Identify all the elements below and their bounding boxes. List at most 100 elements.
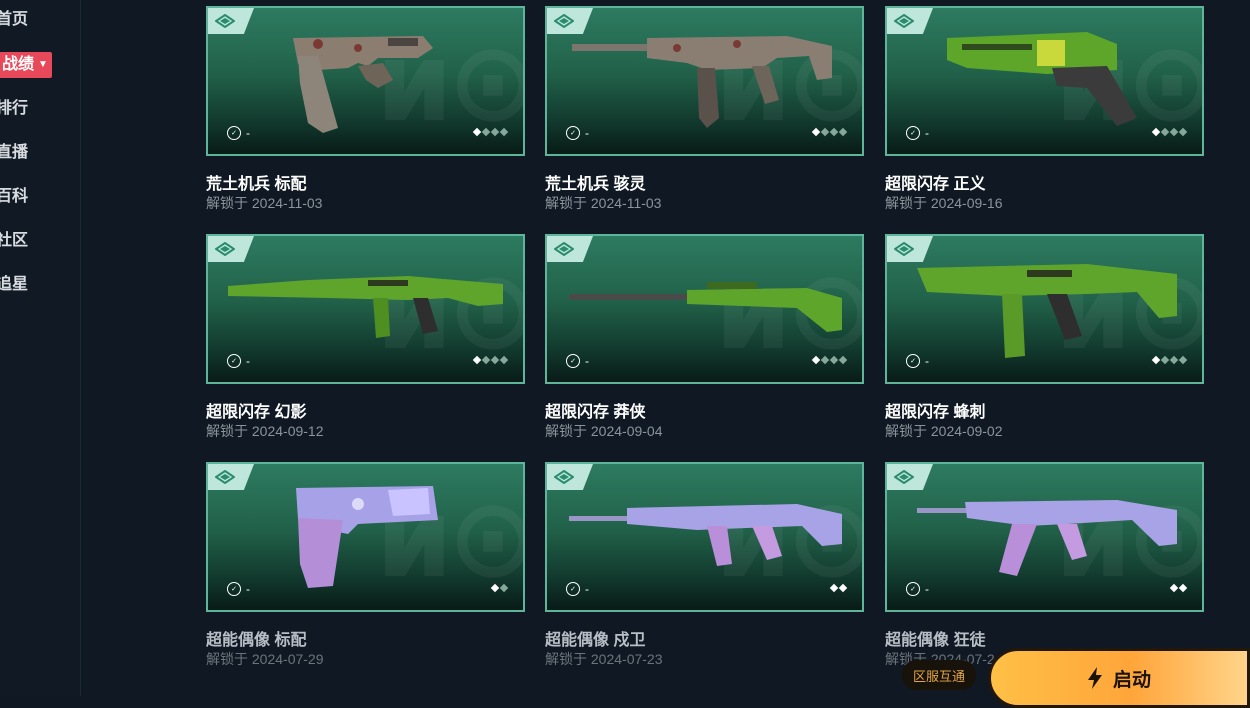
skin-card[interactable]: ᴎ⊙ ✓ - 荒土机兵 骇灵 解锁于 2024-11-03 [545, 6, 864, 211]
level-dot [490, 583, 500, 593]
unlock-date: 解锁于 2024-09-02 [885, 423, 1003, 439]
skin-tile[interactable]: ᴎ⊙ ✓ - [545, 234, 864, 384]
level-dots [472, 355, 509, 365]
tier-icon: ✓ [906, 126, 920, 140]
level-dot [838, 355, 848, 365]
skin-tile[interactable]: ᴎ⊙ ✓ - [545, 462, 864, 612]
level-dot [1169, 583, 1179, 593]
tier-indicator: ✓ - [566, 582, 589, 596]
tier-indicator: ✓ - [227, 582, 250, 596]
level-dot [481, 355, 491, 365]
tier-indicator: ✓ - [566, 354, 589, 368]
sidebar-item-follow[interactable]: 追星 [0, 272, 28, 298]
sidebar-item-record[interactable]: 战绩 ▼ [0, 52, 52, 78]
tier-icon: ✓ [227, 354, 241, 368]
level-dots [472, 127, 509, 137]
level-dot [829, 583, 839, 593]
level-dot [472, 355, 482, 365]
lightning-icon [1087, 667, 1102, 689]
tier-icon: ✓ [906, 582, 920, 596]
skin-tile[interactable]: ᴎ⊙ ✓ - [885, 6, 1204, 156]
sidebar-item-rank[interactable]: 排行 [0, 96, 28, 122]
unlock-date: 解锁于 2024-07-29 [206, 651, 324, 667]
skin-card[interactable]: ᴎ⊙ ✓ - 荒土机兵 标配 解锁于 2024-11-03 [206, 6, 525, 211]
skin-tile[interactable]: ᴎ⊙ ✓ - [206, 234, 525, 384]
idol-phantom-skin-image [917, 500, 1177, 576]
level-dot [499, 583, 509, 593]
level-dot [1160, 127, 1170, 137]
skin-card[interactable]: ᴎ⊙ ✓ - 超能偶像 狂徒 解锁于 2024-07-2 [885, 462, 1204, 667]
skin-tile[interactable]: ᴎ⊙ ✓ - [206, 6, 525, 156]
level-dots [1169, 583, 1188, 593]
tier-icon: ✓ [906, 354, 920, 368]
unlock-date: 解锁于 2024-11-03 [545, 195, 662, 211]
level-dot [1178, 583, 1188, 593]
skin-title: 超限闪存 莽侠 [545, 404, 646, 421]
level-dot [1151, 355, 1161, 365]
skin-title: 超限闪存 蜂刺 [885, 404, 986, 421]
skin-card[interactable]: ᴎ⊙ ✓ - 超限闪存 正义 解锁于 2024-09-16 [885, 6, 1204, 211]
level-dot [472, 127, 482, 137]
skin-title: 超限闪存 幻影 [206, 404, 307, 421]
skin-title: 超限闪存 正义 [885, 176, 986, 193]
level-dot [1169, 355, 1179, 365]
skin-title: 超能偶像 狂徒 [885, 632, 986, 649]
unlock-date: 解锁于 2024-07-23 [545, 651, 663, 667]
skin-tile[interactable]: ᴎ⊙ ✓ - [885, 462, 1204, 612]
level-dot [481, 127, 491, 137]
level-dot [1178, 127, 1188, 137]
tier-icon: ✓ [566, 126, 580, 140]
caret-down-icon: ▼ [38, 59, 48, 70]
level-dots [811, 355, 848, 365]
level-dot [1169, 127, 1179, 137]
skin-card[interactable]: ᴎ⊙ ✓ - 超限闪存 莽侠 解锁于 2024-09-04 [545, 234, 864, 439]
level-dot [490, 355, 500, 365]
idol-guardian-skin-image [569, 504, 842, 566]
sidebar-item-live[interactable]: 直播 [0, 140, 28, 166]
level-dots [1151, 127, 1188, 137]
skin-tile[interactable]: ᴎ⊙ ✓ - [885, 234, 1204, 384]
level-dot [838, 127, 848, 137]
region-badge: 区服互通 [902, 660, 976, 690]
skin-title: 超能偶像 戍卫 [545, 632, 646, 649]
tier-icon: ✓ [566, 354, 580, 368]
unlock-date: 解锁于 2024-09-04 [545, 423, 663, 439]
tier-indicator: ✓ - [566, 126, 589, 140]
level-dot [1160, 355, 1170, 365]
skin-card[interactable]: ᴎ⊙ ✓ - 超限闪存 蜂刺 解锁于 2024-09-02 [885, 234, 1204, 439]
level-dots [490, 583, 509, 593]
skin-title: 超能偶像 标配 [206, 632, 307, 649]
level-dot [499, 355, 509, 365]
unlock-date: 解锁于 2024-11-03 [206, 195, 323, 211]
level-dot [820, 355, 830, 365]
level-dot [490, 127, 500, 137]
idol-pistol-skin-image [296, 486, 438, 588]
sidebar: 首页 战绩 ▼ 排行 直播 百科 社区 追星 [0, 0, 81, 696]
tier-icon: ✓ [566, 582, 580, 596]
level-dot [499, 127, 509, 137]
tier-indicator: ✓ - [906, 126, 929, 140]
tier-indicator: ✓ - [227, 126, 250, 140]
level-dot [1178, 355, 1188, 365]
unlock-date: 解锁于 2024-09-12 [206, 423, 324, 439]
level-dots [1151, 355, 1188, 365]
unlock-date: 解锁于 2024-09-16 [885, 195, 1003, 211]
level-dot [820, 127, 830, 137]
skin-card[interactable]: ᴎ⊙ ✓ - 超限闪存 幻影 解锁于 2024-09-12 [206, 234, 525, 439]
sidebar-item-community[interactable]: 社区 [0, 228, 28, 254]
level-dot [811, 127, 821, 137]
skin-tile[interactable]: ᴎ⊙ ✓ - [206, 462, 525, 612]
skin-title: 荒土机兵 标配 [206, 176, 307, 193]
skin-card[interactable]: ᴎ⊙ ✓ - 超能偶像 标配 解锁于 2024-07-29 [206, 462, 525, 667]
launch-button[interactable]: 启动 [988, 648, 1250, 708]
tier-icon: ✓ [227, 126, 241, 140]
skin-title: 荒土机兵 骇灵 [545, 176, 646, 193]
tier-icon: ✓ [227, 582, 241, 596]
tier-indicator: ✓ - [906, 354, 929, 368]
skin-tile[interactable]: ᴎ⊙ ✓ - [545, 6, 864, 156]
level-dots [829, 583, 848, 593]
level-dot [829, 355, 839, 365]
sidebar-item-wiki[interactable]: 百科 [0, 184, 28, 210]
sidebar-item-home[interactable]: 首页 [0, 7, 28, 33]
skin-card[interactable]: ᴎ⊙ ✓ - 超能偶像 戍卫 解锁于 2024-07-23 [545, 462, 864, 667]
